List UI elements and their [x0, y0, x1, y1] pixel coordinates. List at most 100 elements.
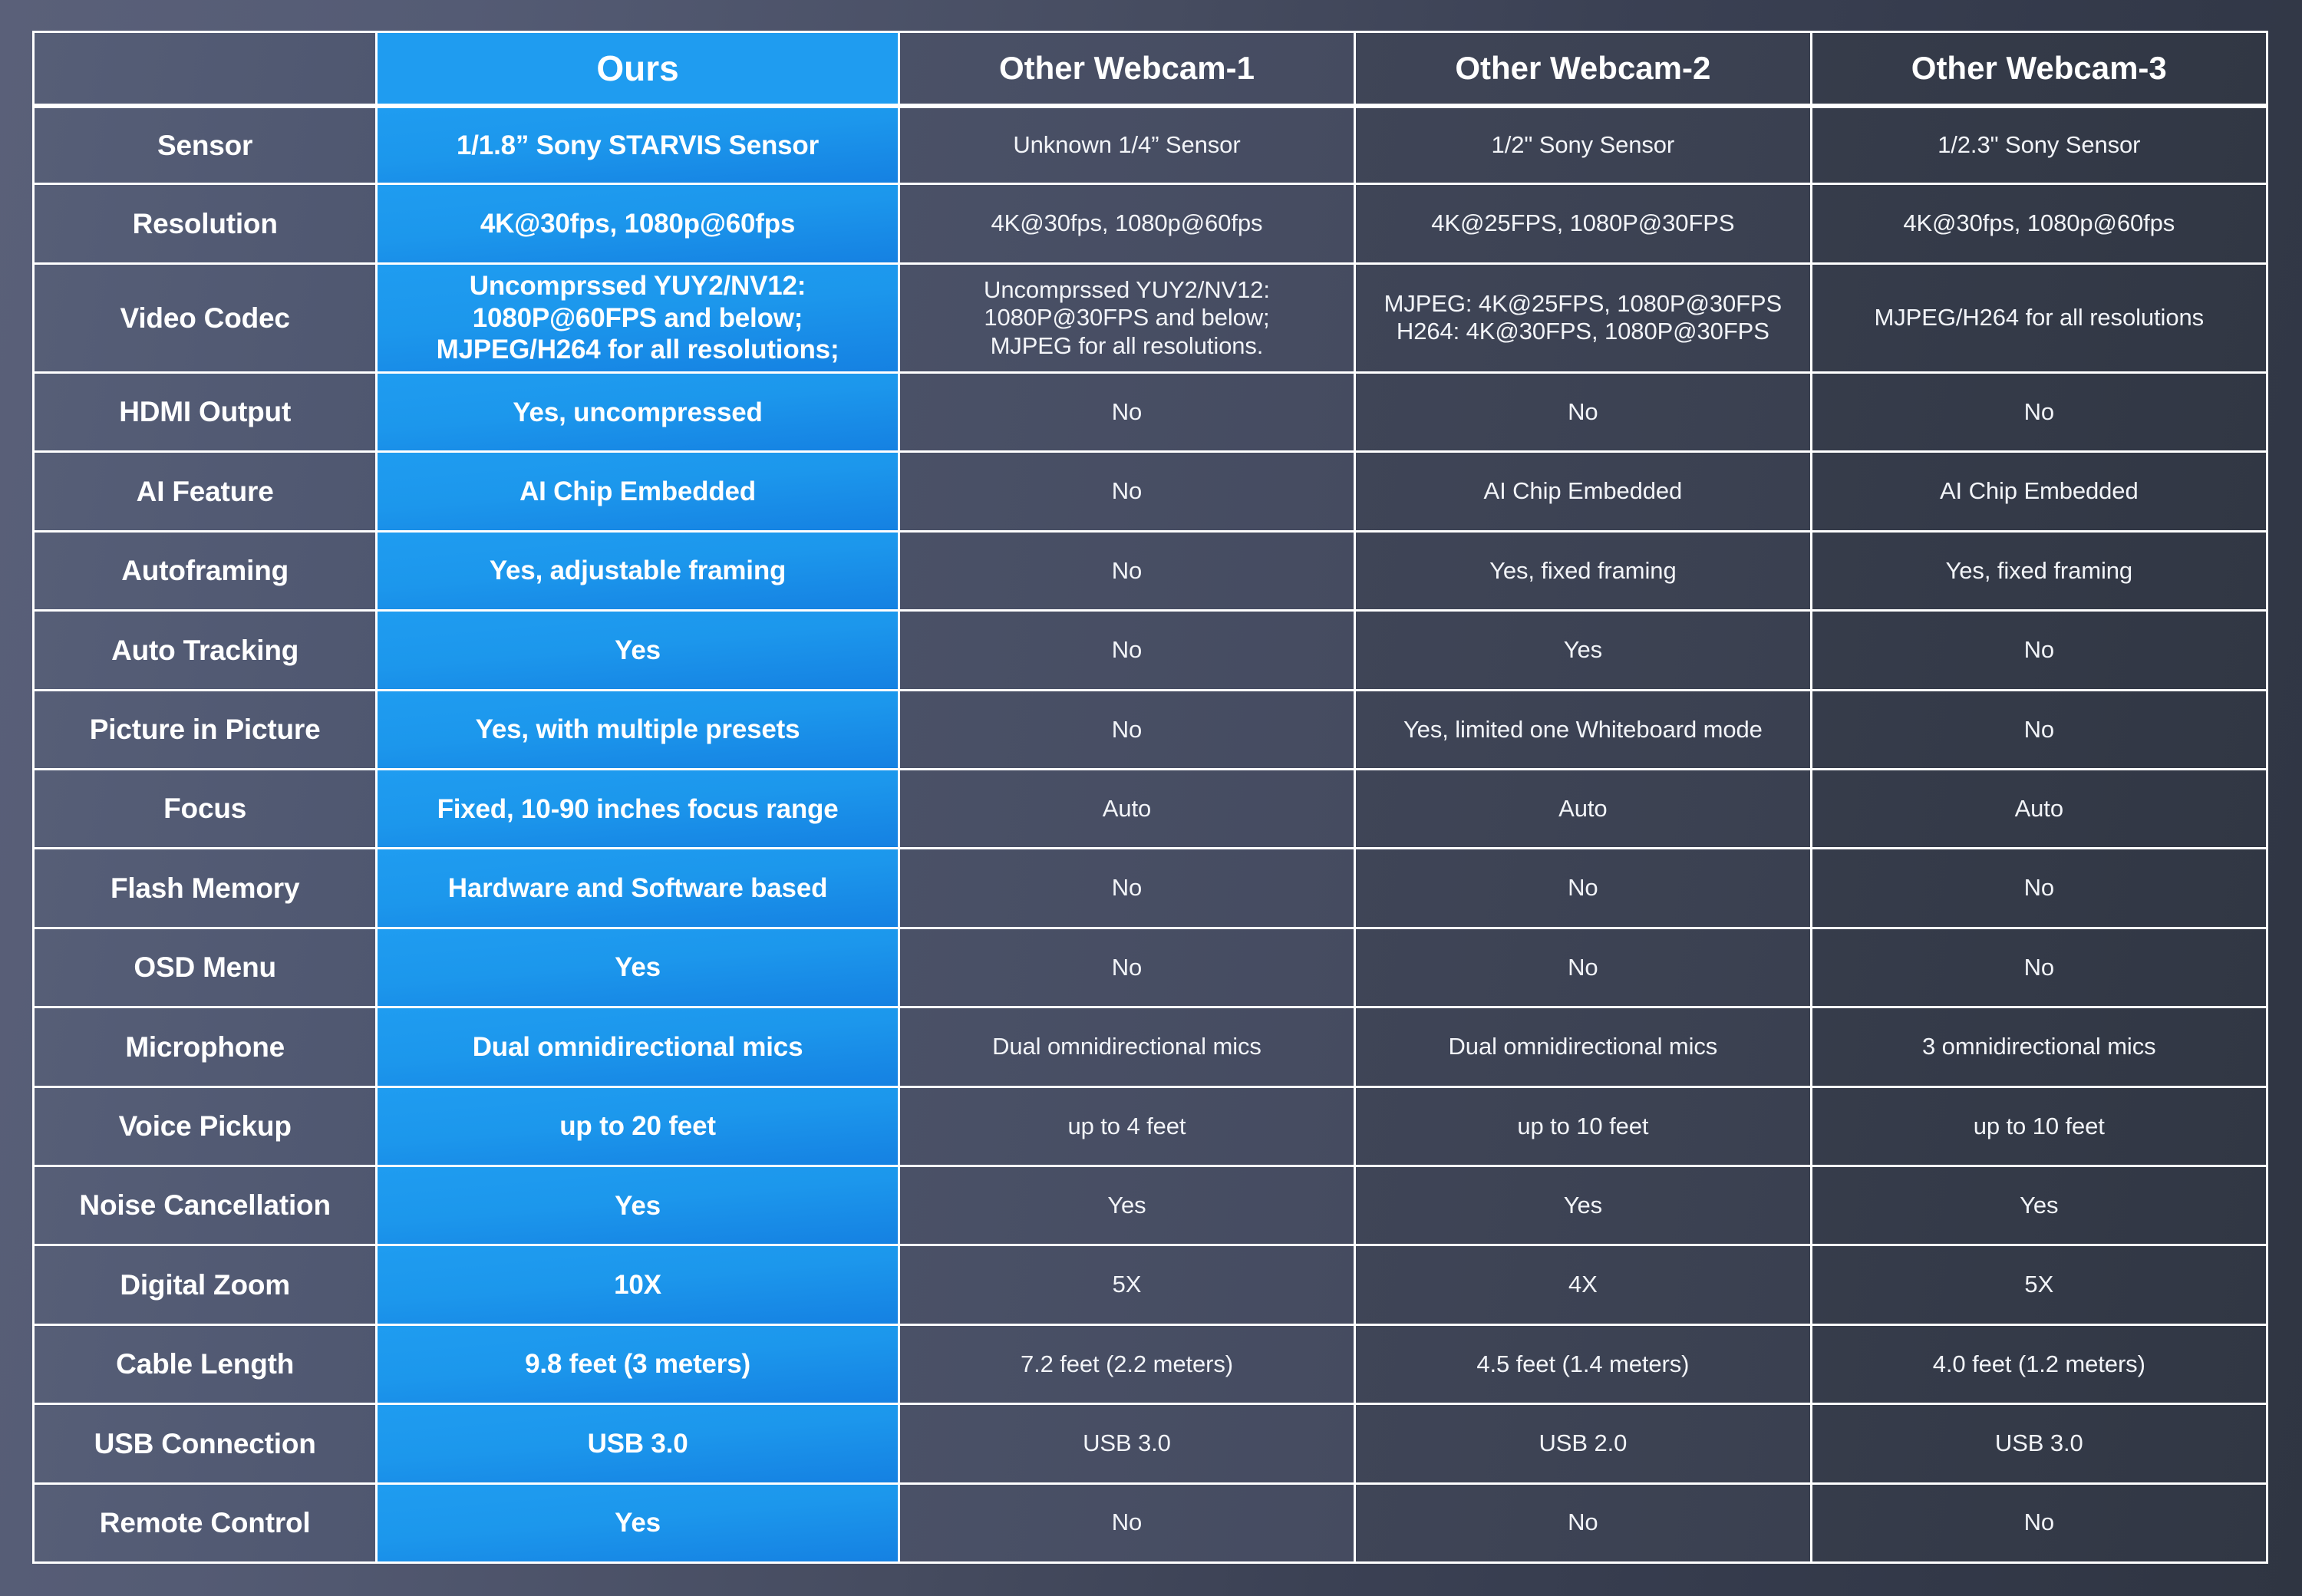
- other-webcam-1-value-cell: USB 3.0: [899, 1405, 1357, 1485]
- other-webcam-1-value-cell: 4K@30fps, 1080p@60fps: [899, 185, 1357, 265]
- ours-value-cell: Uncomprssed YUY2/NV12: 1080P@60FPS and b…: [378, 264, 900, 374]
- other-webcam-2-value-cell: Yes: [1356, 1167, 1812, 1247]
- other-webcam-1-value-cell: Unknown 1/4” Sensor: [899, 106, 1357, 186]
- header-cell-other-webcam-1: Other Webcam-1: [899, 31, 1357, 106]
- other-webcam-1-value-cell: 5X: [899, 1246, 1357, 1326]
- header-row: Ours Other Webcam-1 Other Webcam-2 Other…: [32, 31, 2268, 106]
- other-webcam-2-value-cell: MJPEG: 4K@25FPS, 1080P@30FPS H264: 4K@30…: [1356, 264, 1812, 374]
- ours-value-cell: 9.8 feet (3 meters): [378, 1325, 900, 1406]
- feature-label-cell: Voice Pickup: [32, 1087, 378, 1167]
- table-row: Video Codec Uncomprssed YUY2/NV12: 1080P@…: [32, 264, 2268, 374]
- header-cell-ours: Ours: [378, 31, 900, 106]
- header-cell-other-webcam-2: Other Webcam-2: [1356, 31, 1812, 106]
- feature-label-cell: OSD Menu: [32, 928, 378, 1009]
- feature-label-cell: Video Codec: [32, 264, 378, 374]
- other-webcam-1-value-cell: No: [899, 453, 1357, 533]
- other-webcam-3-value-cell: up to 10 feet: [1812, 1087, 2268, 1167]
- feature-label-cell: Remote Control: [32, 1484, 378, 1564]
- table-body: Sensor 1/1.8” Sony STARVIS Sensor Unknown …: [32, 106, 2268, 1564]
- feature-label-cell: Auto Tracking: [32, 612, 378, 691]
- other-webcam-3-value-cell: MJPEG/H264 for all resolutions: [1812, 264, 2268, 374]
- ours-value-cell: Yes: [378, 928, 900, 1009]
- other-webcam-2-value-cell: Yes, fixed framing: [1356, 532, 1812, 612]
- other-webcam-1-value-cell: 7.2 feet (2.2 meters): [899, 1325, 1357, 1406]
- table-row: Voice Pickup up to 20 feet up to 4 feet up …: [32, 1087, 2268, 1167]
- other-webcam-1-value-cell: Auto: [899, 770, 1357, 850]
- other-webcam-1-value-cell: No: [899, 532, 1357, 612]
- table-row: Resolution 4K@30fps, 1080p@60fps 4K@30fps,…: [32, 185, 2268, 265]
- ours-value-cell: Yes: [378, 612, 900, 691]
- other-webcam-2-value-cell: USB 2.0: [1356, 1405, 1812, 1485]
- table-row: Picture in Picture Yes, with multiple pre…: [32, 691, 2268, 771]
- other-webcam-2-value-cell: AI Chip Embedded: [1356, 453, 1812, 533]
- table-row: Remote Control Yes No No No: [32, 1484, 2268, 1564]
- other-webcam-1-value-cell: No: [899, 928, 1357, 1009]
- other-webcam-2-value-cell: No: [1356, 849, 1812, 929]
- feature-label-cell: USB Connection: [32, 1405, 378, 1485]
- table-header: Ours Other Webcam-1 Other Webcam-2 Other…: [32, 31, 2268, 106]
- header-cell-blank: [32, 31, 378, 106]
- feature-label-cell: Sensor: [32, 106, 378, 186]
- webcam-comparison-table: Ours Other Webcam-1 Other Webcam-2 Other…: [32, 31, 2268, 1564]
- other-webcam-3-value-cell: 5X: [1812, 1246, 2268, 1326]
- other-webcam-1-value-cell: No: [899, 849, 1357, 929]
- table-row: Cable Length 9.8 feet (3 meters) 7.2 feet …: [32, 1325, 2268, 1406]
- ours-value-cell: Yes: [378, 1484, 900, 1564]
- table-row: USB Connection USB 3.0 USB 3.0 USB 2.0 USB 3…: [32, 1405, 2268, 1485]
- other-webcam-3-value-cell: No: [1812, 612, 2268, 691]
- other-webcam-2-value-cell: 1/2" Sony Sensor: [1356, 106, 1812, 186]
- ours-value-cell: USB 3.0: [378, 1405, 900, 1485]
- feature-label-cell: Microphone: [32, 1008, 378, 1088]
- table-row: OSD Menu Yes No No No: [32, 928, 2268, 1009]
- other-webcam-1-value-cell: No: [899, 691, 1357, 771]
- table-row: Autoframing Yes, adjustable framing No Yes,…: [32, 532, 2268, 612]
- feature-label-cell: Digital Zoom: [32, 1246, 378, 1326]
- feature-label-cell: Noise Cancellation: [32, 1167, 378, 1247]
- table-row: Microphone Dual omnidirectional mics Dual …: [32, 1008, 2268, 1088]
- ours-value-cell: AI Chip Embedded: [378, 453, 900, 533]
- ours-value-cell: Yes: [378, 1167, 900, 1247]
- table-row: AI Feature AI Chip Embedded No AI Chip Embe…: [32, 453, 2268, 533]
- other-webcam-1-value-cell: No: [899, 1484, 1357, 1564]
- feature-label-cell: Focus: [32, 770, 378, 850]
- other-webcam-2-value-cell: No: [1356, 1484, 1812, 1564]
- other-webcam-1-value-cell: Dual omnidirectional mics: [899, 1008, 1357, 1088]
- other-webcam-1-value-cell: Yes: [899, 1167, 1357, 1247]
- comparison-table-container: Ours Other Webcam-1 Other Webcam-2 Other…: [32, 31, 2268, 1564]
- other-webcam-2-value-cell: up to 10 feet: [1356, 1087, 1812, 1167]
- ours-value-cell: up to 20 feet: [378, 1087, 900, 1167]
- ours-value-cell: Yes, uncompressed: [378, 374, 900, 453]
- other-webcam-3-value-cell: Yes: [1812, 1167, 2268, 1247]
- other-webcam-3-value-cell: 3 omnidirectional mics: [1812, 1008, 2268, 1088]
- other-webcam-1-value-cell: No: [899, 612, 1357, 691]
- feature-label-cell: AI Feature: [32, 453, 378, 533]
- ours-value-cell: 1/1.8” Sony STARVIS Sensor: [378, 106, 900, 186]
- ours-value-cell: 10X: [378, 1246, 900, 1326]
- other-webcam-2-value-cell: Yes, limited one Whiteboard mode: [1356, 691, 1812, 771]
- ours-value-cell: Hardware and Software based: [378, 849, 900, 929]
- table-row: Flash Memory Hardware and Software based N…: [32, 849, 2268, 929]
- feature-label-cell: HDMI Output: [32, 374, 378, 453]
- feature-label-cell: Cable Length: [32, 1325, 378, 1406]
- feature-label-cell: Flash Memory: [32, 849, 378, 929]
- other-webcam-3-value-cell: No: [1812, 1484, 2268, 1564]
- other-webcam-3-value-cell: Auto: [1812, 770, 2268, 850]
- other-webcam-3-value-cell: No: [1812, 928, 2268, 1009]
- other-webcam-3-value-cell: AI Chip Embedded: [1812, 453, 2268, 533]
- table-row: Digital Zoom 10X 5X 4X 5X: [32, 1246, 2268, 1326]
- other-webcam-2-value-cell: Auto: [1356, 770, 1812, 850]
- other-webcam-3-value-cell: USB 3.0: [1812, 1405, 2268, 1485]
- ours-value-cell: 4K@30fps, 1080p@60fps: [378, 185, 900, 265]
- other-webcam-3-value-cell: Yes, fixed framing: [1812, 532, 2268, 612]
- ours-value-cell: Yes, adjustable framing: [378, 532, 900, 612]
- table-row: HDMI Output Yes, uncompressed No No No: [32, 374, 2268, 453]
- other-webcam-2-value-cell: Yes: [1356, 612, 1812, 691]
- header-cell-other-webcam-3: Other Webcam-3: [1812, 31, 2268, 106]
- other-webcam-3-value-cell: 1/2.3" Sony Sensor: [1812, 106, 2268, 186]
- other-webcam-1-value-cell: up to 4 feet: [899, 1087, 1357, 1167]
- feature-label-cell: Autoframing: [32, 532, 378, 612]
- other-webcam-2-value-cell: No: [1356, 374, 1812, 453]
- other-webcam-3-value-cell: 4K@30fps, 1080p@60fps: [1812, 185, 2268, 265]
- ours-value-cell: Yes, with multiple presets: [378, 691, 900, 771]
- feature-label-cell: Picture in Picture: [32, 691, 378, 771]
